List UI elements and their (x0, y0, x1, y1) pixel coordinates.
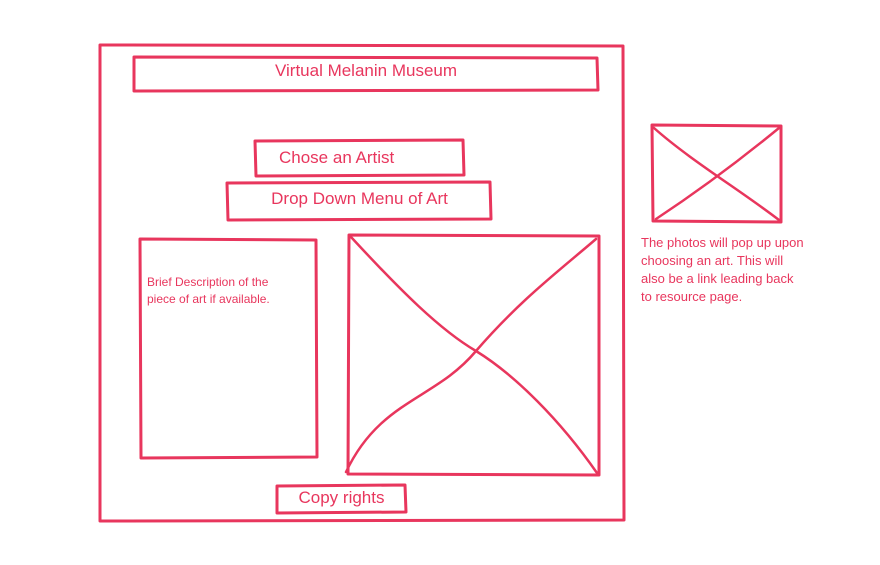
choose-artist-button[interactable]: Chose an Artist (279, 148, 394, 168)
copyright-footer: Copy rights (298, 488, 385, 507)
art-description: Brief Description of the piece of art if… (147, 274, 270, 308)
art-description-line: Brief Description of the (147, 275, 269, 289)
annotation-line: to resource page. (641, 289, 743, 304)
annotation-line: also be a link leading back (641, 271, 794, 286)
photo-annotation: The photos will pop up upon choosing an … (641, 234, 804, 306)
annotation-line: The photos will pop up upon (641, 235, 804, 250)
description-panel-box (138, 237, 319, 460)
image-placeholder-cross-b (344, 237, 598, 474)
site-title: Virtual Melanin Museum (274, 61, 458, 80)
art-description-line: piece of art if available. (147, 292, 270, 306)
annotation-line: choosing an art. This will (641, 253, 784, 268)
art-dropdown-menu[interactable]: Drop Down Menu of Art (228, 189, 491, 209)
